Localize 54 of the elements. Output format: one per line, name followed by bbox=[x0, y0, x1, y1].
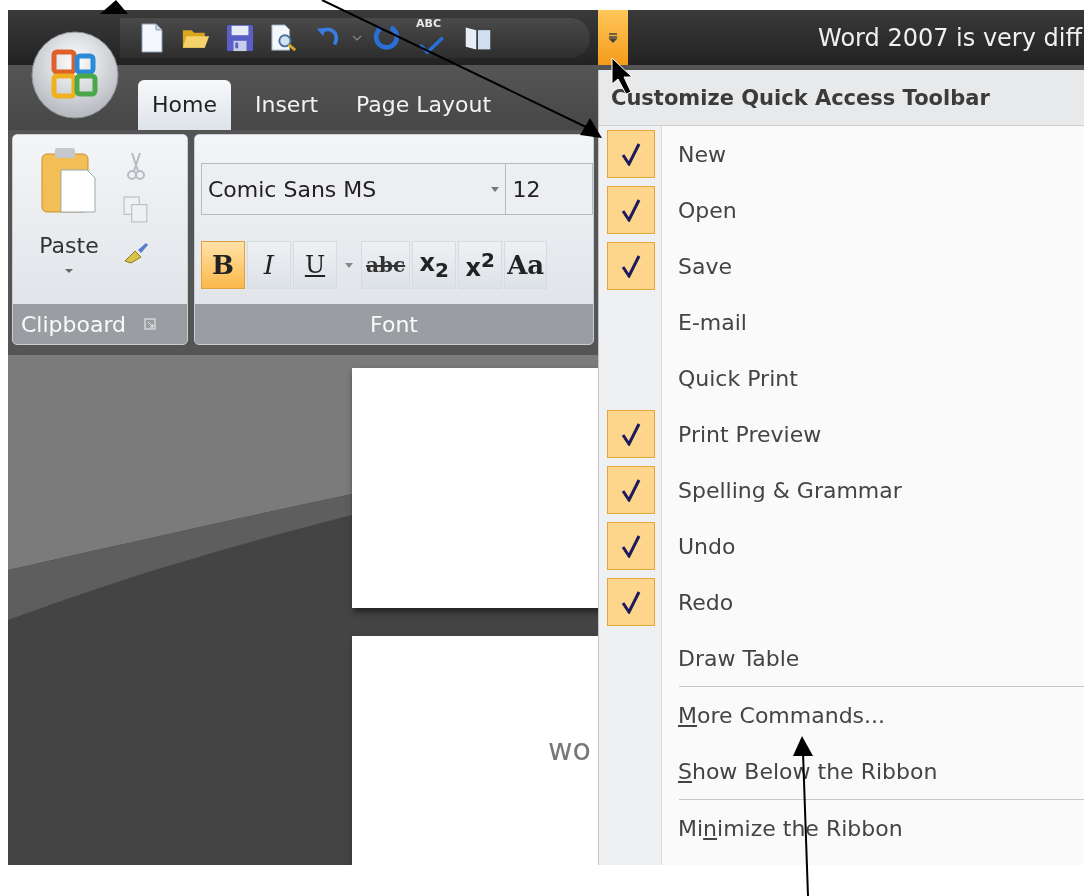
checkbox[interactable] bbox=[606, 130, 655, 178]
menu-item[interactable]: Open bbox=[599, 182, 1084, 238]
menu-title: Customize Quick Access Toolbar bbox=[611, 85, 990, 110]
check-icon bbox=[620, 422, 641, 446]
page-text: wo bbox=[548, 732, 591, 767]
checkbox[interactable] bbox=[606, 410, 655, 458]
check-icon bbox=[620, 254, 641, 278]
group-label: Clipboard bbox=[21, 311, 127, 337]
caret-icon[interactable] bbox=[64, 268, 74, 274]
caret-icon[interactable] bbox=[491, 186, 500, 192]
check-icon bbox=[620, 534, 641, 558]
checkbox[interactable] bbox=[606, 578, 655, 626]
window-title: Word 2007 is very diff bbox=[818, 23, 1082, 52]
menu-item[interactable]: Print Preview bbox=[599, 406, 1084, 462]
format-button[interactable]: x$_{2}$ bbox=[412, 241, 457, 289]
save-icon[interactable] bbox=[226, 22, 254, 53]
print-preview-icon[interactable] bbox=[270, 22, 298, 53]
menu-item[interactable]: Draw Table bbox=[599, 630, 1084, 686]
checkbox[interactable] bbox=[606, 522, 655, 570]
ribbon-tab[interactable]: Page Layout bbox=[342, 80, 506, 130]
menu-item[interactable]: Undo bbox=[599, 518, 1084, 574]
menu-item[interactable]: Spelling & Grammar bbox=[599, 462, 1084, 518]
menu-item[interactable]: Save bbox=[599, 238, 1084, 294]
format-button[interactable]: U bbox=[293, 241, 337, 289]
format-button[interactable]: abc bbox=[361, 241, 411, 289]
caret-icon[interactable] bbox=[352, 33, 362, 42]
checkbox[interactable] bbox=[606, 466, 655, 514]
check-icon bbox=[620, 142, 641, 166]
format-button[interactable]: I bbox=[247, 241, 291, 289]
menu-item[interactable]: E-mail bbox=[599, 294, 1084, 350]
customize-toolbar-button[interactable] bbox=[598, 10, 628, 65]
caret-icon[interactable] bbox=[345, 262, 353, 268]
group-label: Font bbox=[370, 311, 418, 337]
font-name-field[interactable]: Comic Sans MS bbox=[201, 163, 507, 215]
office-button[interactable] bbox=[30, 30, 120, 120]
new-document-icon[interactable] bbox=[138, 22, 166, 53]
menu-item[interactable]: More Commands... bbox=[599, 687, 1084, 743]
caret-icon[interactable] bbox=[607, 31, 619, 44]
menu-item[interactable]: Redo bbox=[599, 574, 1084, 630]
menu-item[interactable]: Quick Print bbox=[599, 350, 1084, 406]
check-icon bbox=[620, 198, 641, 222]
format-button[interactable]: B bbox=[201, 241, 245, 289]
ribbon-tab[interactable]: Insert bbox=[240, 80, 333, 130]
font-size-field[interactable]: 12 bbox=[506, 163, 593, 215]
annotation-arrow bbox=[100, 0, 128, 14]
ribbon-tab[interactable]: Home bbox=[138, 80, 231, 130]
check-icon bbox=[620, 590, 641, 614]
checkbox[interactable] bbox=[606, 242, 655, 290]
format-button[interactable]: Aa bbox=[504, 241, 548, 289]
format-button[interactable]: x$^{2}$ bbox=[458, 241, 503, 289]
checkbox[interactable] bbox=[606, 186, 655, 234]
paste-button[interactable]: Paste bbox=[19, 143, 119, 296]
check-icon bbox=[620, 478, 641, 502]
menu-item[interactable]: New bbox=[599, 126, 1084, 182]
